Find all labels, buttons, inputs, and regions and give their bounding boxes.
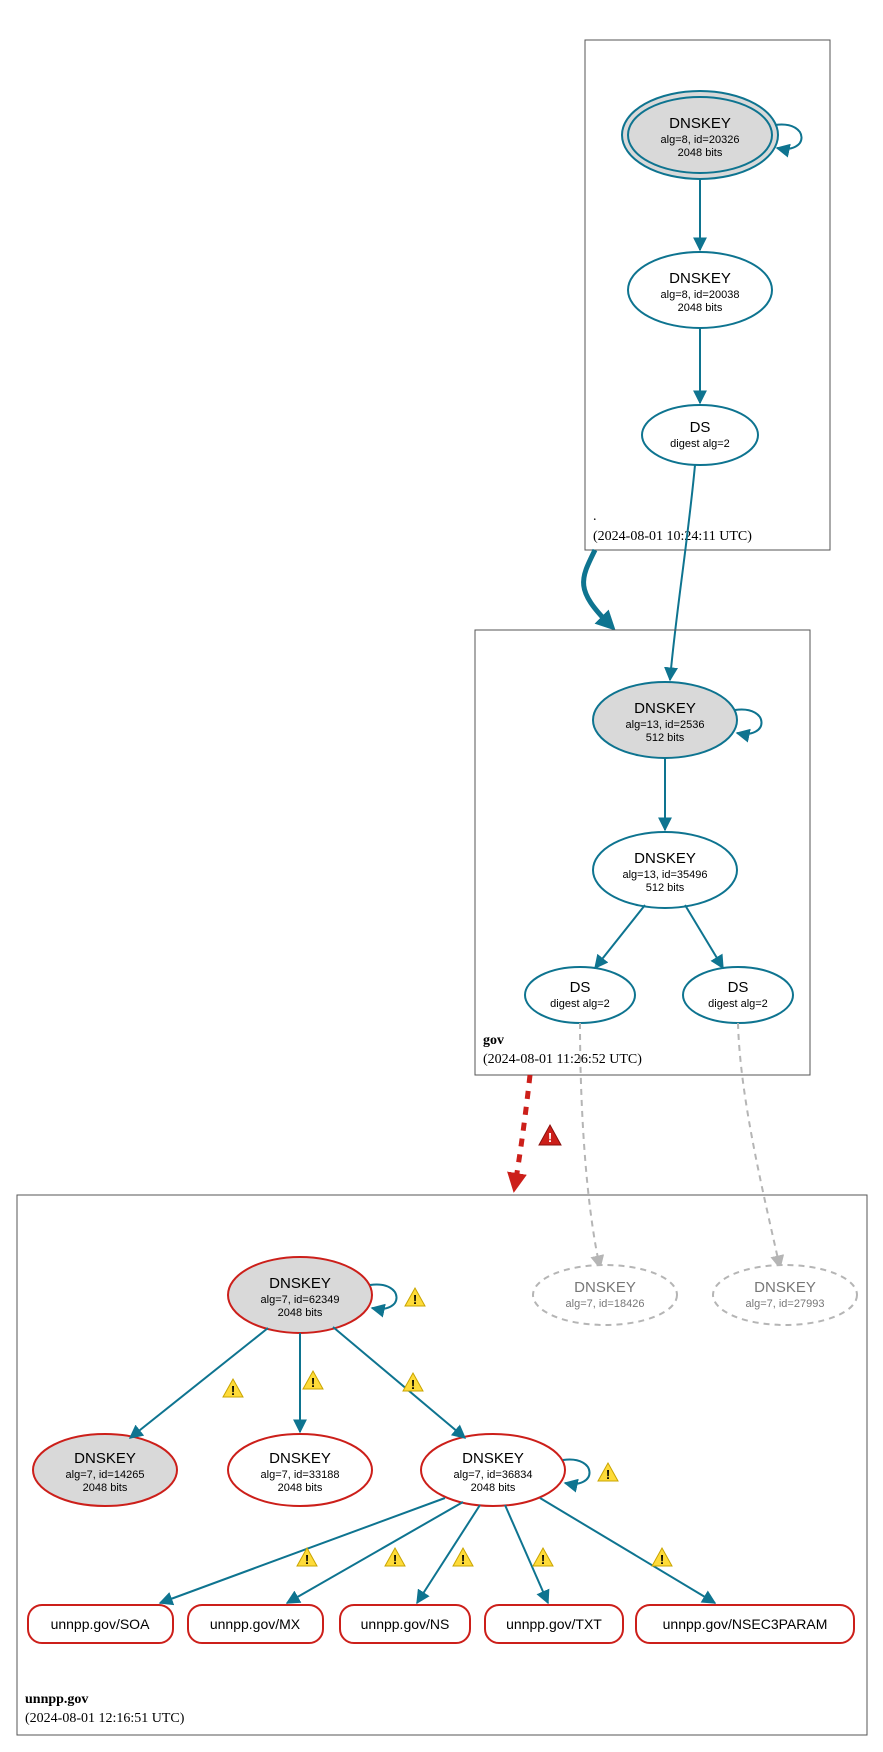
svg-text:alg=8, id=20038: alg=8, id=20038 [661, 289, 740, 301]
edge-root-ds-to-gov-ksk [670, 465, 695, 680]
svg-text:DNSKEY: DNSKEY [74, 1450, 136, 1467]
rrset-ns[interactable]: unnpp.gov/NS [340, 1605, 470, 1643]
edge-36834-mx [287, 1502, 463, 1603]
edge-36834-nsec3 [540, 1498, 715, 1603]
svg-text:alg=13, id=35496: alg=13, id=35496 [622, 869, 707, 881]
svg-text:unnpp.gov/SOA: unnpp.gov/SOA [51, 1616, 151, 1632]
svg-text:alg=7, id=62349: alg=7, id=62349 [261, 1294, 340, 1306]
svg-text:2048 bits: 2048 bits [678, 302, 723, 314]
edge-ksk-14265 [130, 1328, 268, 1438]
zone-unnpp: unnpp.gov (2024-08-01 12:16:51 UTC) DNSK… [17, 1195, 867, 1735]
zone-gov-name: gov [483, 1033, 504, 1048]
svg-text:512 bits: 512 bits [646, 882, 685, 894]
zone-gov-time: (2024-08-01 11:26:52 UTC) [483, 1052, 642, 1067]
node-root-ds[interactable]: DS digest alg=2 [642, 405, 758, 465]
svg-text:digest alg=2: digest alg=2 [708, 998, 768, 1010]
edge-root-ksk-self [775, 125, 802, 149]
svg-text:2048 bits: 2048 bits [83, 1482, 128, 1494]
warning-icon [303, 1371, 323, 1390]
rrset-nsec3param[interactable]: unnpp.gov/NSEC3PARAM [636, 1605, 854, 1643]
zone-gov: gov (2024-08-01 11:26:52 UTC) DNSKEY alg… [475, 630, 810, 1075]
svg-text:alg=8, id=20326: alg=8, id=20326 [661, 134, 740, 146]
zone-root: . (2024-08-01 10:24:11 UTC) DNSKEY alg=8… [585, 40, 830, 550]
edge-ksk-36834 [333, 1327, 465, 1438]
warning-icon [533, 1548, 553, 1567]
node-unnpp-14265[interactable]: DNSKEY alg=7, id=14265 2048 bits [33, 1434, 177, 1506]
svg-text:2048 bits: 2048 bits [471, 1482, 516, 1494]
svg-text:digest alg=2: digest alg=2 [670, 438, 730, 450]
svg-text:alg=7, id=14265: alg=7, id=14265 [66, 1469, 145, 1481]
node-unnpp-36834[interactable]: DNSKEY alg=7, id=36834 2048 bits [421, 1434, 565, 1506]
zone-root-time: (2024-08-01 10:24:11 UTC) [593, 529, 752, 544]
svg-text:alg=7, id=36834: alg=7, id=36834 [454, 1469, 533, 1481]
node-unnpp-27993[interactable]: DNSKEY alg=7, id=27993 [713, 1265, 857, 1325]
svg-text:DS: DS [690, 419, 711, 436]
svg-text:DNSKEY: DNSKEY [269, 1275, 331, 1292]
edge-gov-to-unnpp-deleg [515, 1075, 530, 1185]
node-root-zsk[interactable]: DNSKEY alg=8, id=20038 2048 bits [628, 252, 772, 328]
svg-text:DS: DS [570, 979, 591, 996]
warning-icon [403, 1373, 423, 1392]
warning-icon [453, 1548, 473, 1567]
edge-gov-ds2-to-27993 [738, 1023, 780, 1268]
error-icon [539, 1125, 561, 1145]
edge-unnpp-ksk-self [370, 1285, 397, 1309]
warning-icon [223, 1379, 243, 1398]
svg-text:unnpp.gov/NS: unnpp.gov/NS [361, 1616, 450, 1632]
rrset-soa[interactable]: unnpp.gov/SOA [28, 1605, 173, 1643]
svg-text:DNSKEY: DNSKEY [269, 1450, 331, 1467]
svg-text:DNSKEY: DNSKEY [754, 1279, 816, 1296]
warning-icon [652, 1548, 672, 1567]
warning-icon [598, 1463, 618, 1482]
svg-text:alg=7, id=33188: alg=7, id=33188 [261, 1469, 340, 1481]
node-unnpp-18426[interactable]: DNSKEY alg=7, id=18426 [533, 1265, 677, 1325]
rrset-mx[interactable]: unnpp.gov/MX [188, 1605, 323, 1643]
edge-36834-soa [160, 1498, 445, 1603]
node-gov-ds2[interactable]: DS digest alg=2 [683, 967, 793, 1023]
svg-text:2048 bits: 2048 bits [278, 1307, 323, 1319]
svg-text:DNSKEY: DNSKEY [669, 270, 731, 287]
svg-text:DNSKEY: DNSKEY [462, 1450, 524, 1467]
node-gov-zsk[interactable]: DNSKEY alg=13, id=35496 512 bits [593, 832, 737, 908]
warning-icon [385, 1548, 405, 1567]
zone-unnpp-time: (2024-08-01 12:16:51 UTC) [25, 1711, 185, 1726]
svg-text:2048 bits: 2048 bits [278, 1482, 323, 1494]
edge-gov-zsk-ds1 [595, 905, 645, 968]
svg-text:alg=7, id=18426: alg=7, id=18426 [566, 1298, 645, 1310]
svg-text:DNSKEY: DNSKEY [634, 700, 696, 717]
node-root-ksk[interactable]: DNSKEY alg=8, id=20326 2048 bits [622, 91, 778, 179]
svg-text:DNSKEY: DNSKEY [669, 115, 731, 132]
svg-text:DS: DS [728, 979, 749, 996]
node-gov-ksk[interactable]: DNSKEY alg=13, id=2536 512 bits [593, 682, 737, 758]
svg-text:digest alg=2: digest alg=2 [550, 998, 610, 1010]
warning-icon [405, 1288, 425, 1307]
svg-text:DNSKEY: DNSKEY [574, 1279, 636, 1296]
edge-36834-ns [417, 1505, 480, 1603]
zone-unnpp-name: unnpp.gov [25, 1692, 88, 1707]
svg-text:DNSKEY: DNSKEY [634, 850, 696, 867]
svg-text:alg=13, id=2536: alg=13, id=2536 [626, 719, 705, 731]
svg-text:alg=7, id=27993: alg=7, id=27993 [746, 1298, 825, 1310]
edge-unnpp-36834-self [563, 1460, 590, 1484]
svg-text:unnpp.gov/NSEC3PARAM: unnpp.gov/NSEC3PARAM [663, 1616, 828, 1632]
edge-gov-ksk-self [735, 710, 762, 734]
rrset-txt[interactable]: unnpp.gov/TXT [485, 1605, 623, 1643]
svg-text:512 bits: 512 bits [646, 732, 685, 744]
edge-root-to-gov-deleg [584, 550, 610, 625]
zone-root-name: . [593, 509, 597, 524]
node-unnpp-ksk[interactable]: DNSKEY alg=7, id=62349 2048 bits [228, 1257, 372, 1333]
edge-gov-zsk-ds2 [685, 905, 723, 968]
node-unnpp-33188[interactable]: DNSKEY alg=7, id=33188 2048 bits [228, 1434, 372, 1506]
svg-text:2048 bits: 2048 bits [678, 147, 723, 159]
node-gov-ds1[interactable]: DS digest alg=2 [525, 967, 635, 1023]
svg-text:unnpp.gov/MX: unnpp.gov/MX [210, 1616, 301, 1632]
svg-text:unnpp.gov/TXT: unnpp.gov/TXT [506, 1616, 602, 1632]
